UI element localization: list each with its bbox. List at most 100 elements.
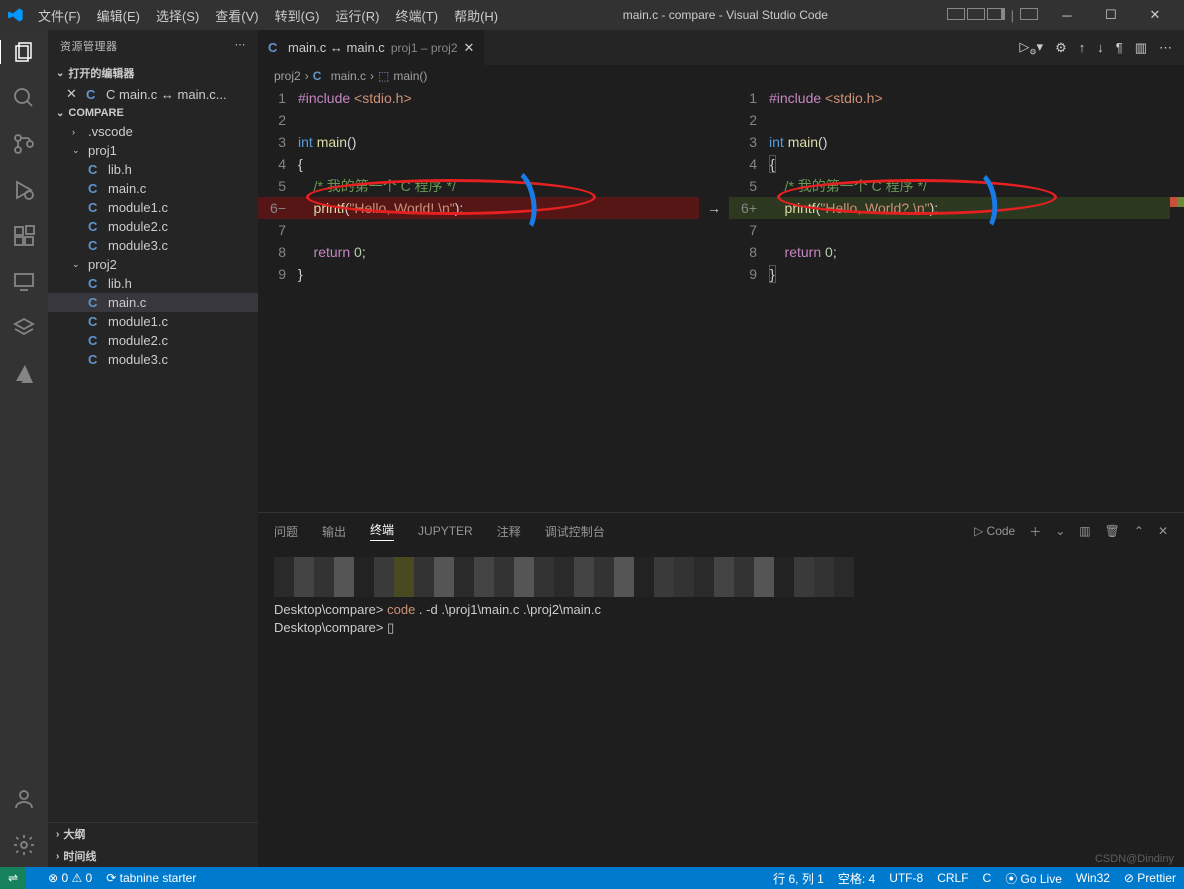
file-proj1-main[interactable]: Cmain.c bbox=[48, 179, 258, 198]
breadcrumb-folder[interactable]: proj2 bbox=[274, 69, 301, 83]
remote-indicator[interactable]: ⇌ bbox=[0, 867, 26, 889]
status-golive[interactable]: ⦿ Go Live bbox=[1005, 870, 1062, 887]
token: () bbox=[347, 134, 356, 150]
new-terminal-icon[interactable]: ＋ bbox=[1029, 523, 1041, 540]
breadcrumb-file[interactable]: main.c bbox=[331, 69, 366, 83]
folder-vscode[interactable]: ›.vscode bbox=[48, 122, 258, 141]
extensions-icon[interactable] bbox=[12, 224, 36, 248]
account-icon[interactable] bbox=[12, 787, 36, 811]
close-button[interactable]: ✕ bbox=[1134, 3, 1176, 27]
kill-terminal-icon[interactable]: 🗑 bbox=[1105, 524, 1120, 538]
run-icon[interactable]: ▷⚙▾ bbox=[1019, 39, 1043, 57]
minimize-button[interactable]: ─ bbox=[1046, 4, 1088, 27]
diff-arrow-column: → bbox=[699, 87, 729, 512]
status-cursor-position[interactable]: 行 6, 列 1 bbox=[773, 870, 824, 887]
whitespace-icon[interactable]: ¶ bbox=[1116, 40, 1123, 55]
line-number: 8 bbox=[729, 241, 769, 263]
file-proj1-lib[interactable]: Clib.h bbox=[48, 160, 258, 179]
close-icon[interactable]: ✕ bbox=[66, 86, 80, 102]
token: () bbox=[818, 134, 827, 150]
open-editors-header[interactable]: ⌄打开的编辑器 bbox=[48, 62, 258, 84]
token: ; bbox=[362, 244, 366, 260]
menu-help[interactable]: 帮助(H) bbox=[448, 4, 504, 27]
file-proj1-module1[interactable]: Cmodule1.c bbox=[48, 198, 258, 217]
overview-ruler[interactable] bbox=[1170, 87, 1184, 512]
gear-icon[interactable]: ⚙ bbox=[1055, 40, 1067, 56]
maximize-button[interactable]: ☐ bbox=[1090, 3, 1132, 27]
panel-tab-terminal[interactable]: 终端 bbox=[370, 521, 394, 541]
menu-select[interactable]: 选择(S) bbox=[150, 4, 205, 27]
run-debug-icon[interactable] bbox=[12, 178, 36, 202]
menu-view[interactable]: 查看(V) bbox=[209, 4, 264, 27]
panel-tab-problems[interactable]: 问题 bbox=[274, 523, 298, 540]
source-control-icon[interactable] bbox=[12, 132, 36, 156]
file-proj1-module3[interactable]: Cmodule3.c bbox=[48, 236, 258, 255]
status-prettier[interactable]: ⊘ Prettier bbox=[1124, 871, 1176, 885]
diff-left-pane[interactable]: 1 2 3 4 5 6− 7 8 9 #include <stdio.h> in… bbox=[258, 87, 699, 512]
file-label: lib.h bbox=[108, 162, 132, 177]
outline-header[interactable]: ›大纲 bbox=[48, 822, 258, 845]
prev-diff-icon[interactable]: ↑ bbox=[1079, 40, 1086, 55]
c-file-icon: C bbox=[88, 219, 102, 234]
explorer-label: 资源管理器 bbox=[60, 38, 118, 54]
tab-diff-main[interactable]: C main.c ↔ main.c proj1 – proj2 ✕ bbox=[258, 30, 485, 65]
menu-file[interactable]: 文件(F) bbox=[32, 4, 87, 27]
panel-tab-comments[interactable]: 注释 bbox=[497, 523, 521, 540]
status-eol[interactable]: CRLF bbox=[937, 871, 968, 885]
terminal-profile-icon[interactable]: ▷ Code bbox=[974, 524, 1015, 538]
breadcrumb[interactable]: proj2› Cmain.c› ⬚main() bbox=[258, 65, 1184, 87]
c-file-icon: C bbox=[268, 40, 282, 55]
file-proj2-module2[interactable]: Cmodule2.c bbox=[48, 331, 258, 350]
file-proj1-module2[interactable]: Cmodule2.c bbox=[48, 217, 258, 236]
database-icon[interactable] bbox=[12, 316, 36, 340]
split-terminal-icon[interactable]: ▥ bbox=[1079, 524, 1090, 538]
more-icon[interactable]: ⋯ bbox=[235, 38, 247, 54]
panel-tab-debug[interactable]: 调试控制台 bbox=[545, 523, 605, 540]
diff-arrow-icon[interactable]: → bbox=[707, 197, 721, 219]
more-actions-icon[interactable]: ⋯ bbox=[1159, 40, 1172, 56]
terminal-dropdown-icon[interactable]: ⌄ bbox=[1055, 524, 1065, 538]
menu-edit[interactable]: 编辑(E) bbox=[91, 4, 146, 27]
file-proj2-module1[interactable]: Cmodule1.c bbox=[48, 312, 258, 331]
tab-close-icon[interactable]: ✕ bbox=[464, 40, 475, 56]
maximize-panel-icon[interactable]: ⌃ bbox=[1134, 524, 1144, 538]
folder-proj1[interactable]: ⌄proj1 bbox=[48, 141, 258, 160]
panel-tab-jupyter[interactable]: JUPYTER bbox=[418, 524, 473, 538]
split-editor-icon[interactable]: ▥ bbox=[1135, 40, 1147, 56]
toggle-pane-right-icon[interactable] bbox=[987, 8, 1005, 20]
close-panel-icon[interactable]: ✕ bbox=[1158, 524, 1168, 538]
next-diff-icon[interactable]: ↓ bbox=[1097, 40, 1104, 55]
file-proj2-lib[interactable]: Clib.h bbox=[48, 274, 258, 293]
panel-tab-output[interactable]: 输出 bbox=[322, 523, 346, 540]
status-indentation[interactable]: 空格: 4 bbox=[838, 870, 875, 887]
search-icon[interactable] bbox=[12, 86, 36, 110]
open-editor-item[interactable]: ✕CC main.c ↔ main.c... bbox=[48, 84, 258, 104]
status-tabnine[interactable]: ⟳ tabnine starter bbox=[106, 871, 196, 885]
status-platform[interactable]: Win32 bbox=[1076, 871, 1110, 885]
code-right[interactable]: #include <stdio.h> int main() { /* 我的第一个… bbox=[769, 87, 1170, 512]
menu-go[interactable]: 转到(G) bbox=[269, 4, 326, 27]
terminal-body[interactable]: Desktop\compare> code . -d .\proj1\main.… bbox=[258, 549, 1184, 867]
file-proj2-module3[interactable]: Cmodule3.c bbox=[48, 350, 258, 369]
toggle-pane-left-icon[interactable] bbox=[947, 8, 965, 20]
status-encoding[interactable]: UTF-8 bbox=[889, 871, 923, 885]
file-proj2-main[interactable]: Cmain.c bbox=[48, 293, 258, 312]
menu-run[interactable]: 运行(R) bbox=[329, 4, 385, 27]
remote-explorer-icon[interactable] bbox=[12, 270, 36, 294]
workspace-header[interactable]: ⌄COMPARE bbox=[48, 104, 258, 122]
terminal-line: Desktop\compare> ▯ bbox=[274, 619, 1168, 637]
customize-layout-icon[interactable] bbox=[1020, 8, 1038, 20]
status-problems[interactable]: ⊗ 0 ⚠ 0 bbox=[48, 871, 92, 885]
explorer-icon[interactable] bbox=[0, 40, 47, 64]
status-language[interactable]: C bbox=[983, 871, 992, 885]
diff-right-pane[interactable]: 1 2 3 4 5 6+ 7 8 9 #include <stdio.h> in… bbox=[729, 87, 1170, 512]
code-left[interactable]: #include <stdio.h> int main() { /* 我的第一个… bbox=[298, 87, 699, 512]
c-file-icon: C bbox=[88, 314, 102, 329]
timeline-header[interactable]: ›时间线 bbox=[48, 845, 258, 867]
settings-gear-icon[interactable] bbox=[12, 833, 36, 857]
folder-proj2[interactable]: ⌄proj2 bbox=[48, 255, 258, 274]
toggle-pane-bottom-icon[interactable] bbox=[967, 8, 985, 20]
breadcrumb-symbol[interactable]: main() bbox=[393, 69, 427, 83]
menu-terminal[interactable]: 终端(T) bbox=[389, 4, 444, 27]
azure-icon[interactable] bbox=[12, 362, 36, 386]
